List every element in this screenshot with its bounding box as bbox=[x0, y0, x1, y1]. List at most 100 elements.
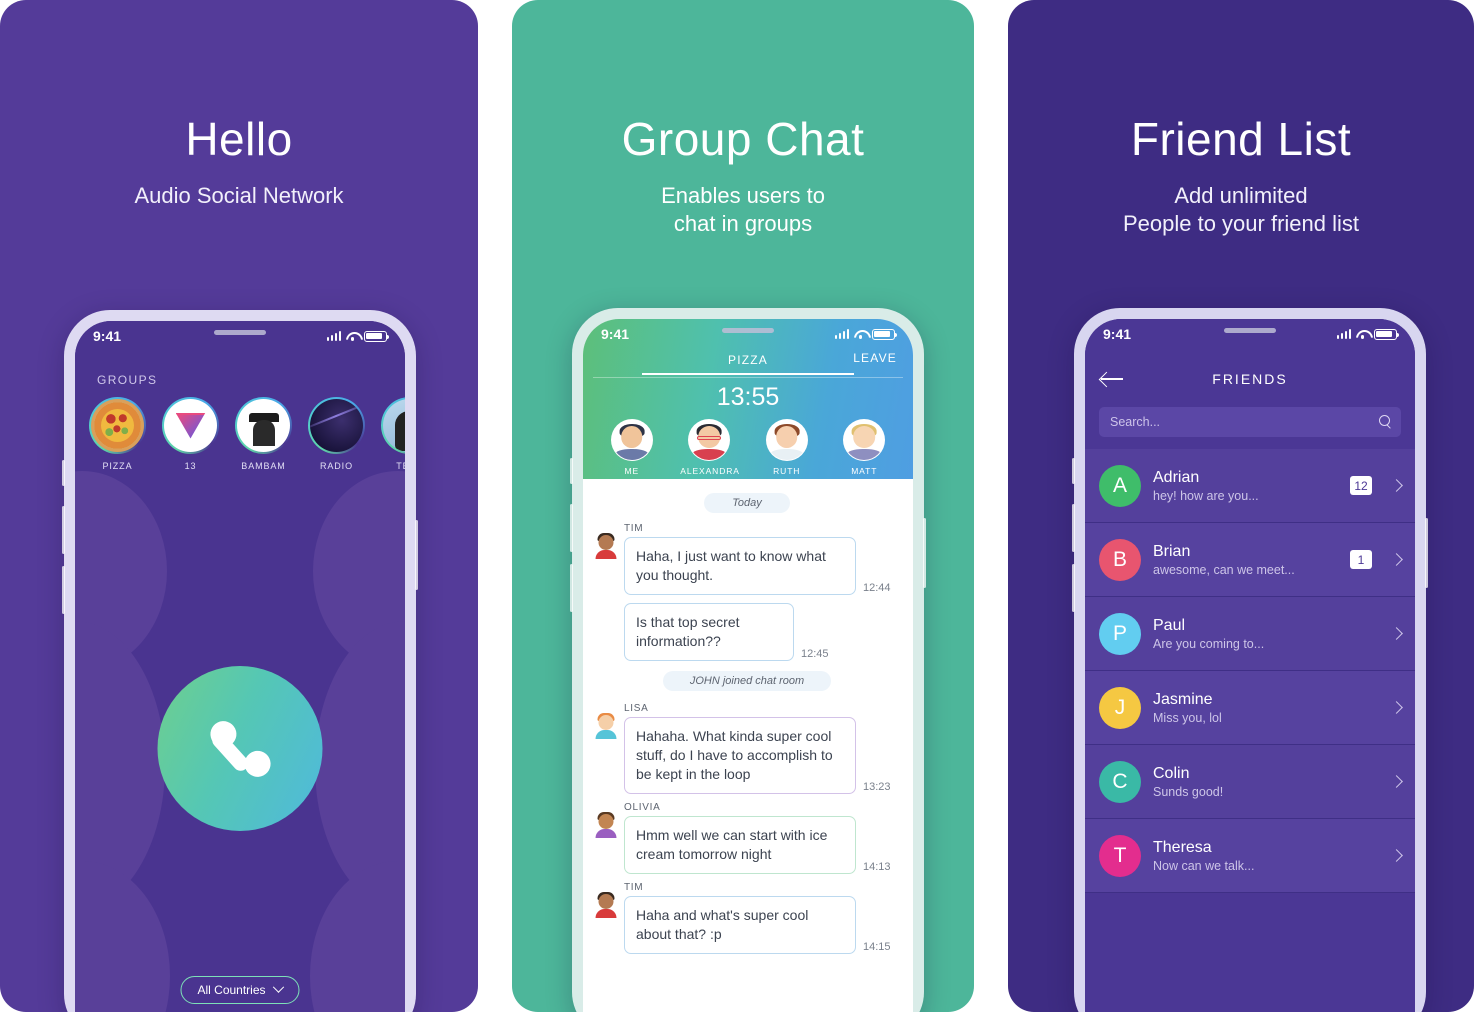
group-item-bambam[interactable]: BAMBAM bbox=[235, 397, 292, 471]
page-title: Hello bbox=[185, 113, 293, 165]
avatar bbox=[765, 419, 808, 461]
battery-icon bbox=[872, 328, 897, 340]
power-button[interactable] bbox=[415, 520, 418, 590]
chevron-right-icon bbox=[1390, 479, 1403, 492]
phone-screen-friend-list: 9:41 FRIENDS Search... A Adrian hey! how… bbox=[1085, 319, 1415, 1012]
system-message: JOHN joined chat room bbox=[663, 671, 831, 691]
page-subtitle-line2: chat in groups bbox=[673, 211, 813, 236]
panel-group-chat-header: Group Chat Enables users to chat in grou… bbox=[512, 0, 974, 238]
list-item[interactable]: J Jasmine Miss you, lol bbox=[1085, 671, 1415, 745]
list-item[interactable]: T Theresa Now can we talk... bbox=[1085, 819, 1415, 893]
page-subtitle: Enables users to chat in groups bbox=[512, 182, 974, 238]
day-divider: Today bbox=[704, 493, 790, 513]
call-timer: 13:55 bbox=[716, 383, 780, 411]
search-icon[interactable] bbox=[1379, 415, 1391, 427]
page-header-title: FRIENDS bbox=[1212, 371, 1288, 387]
page-subtitle-line2: People to your friend list bbox=[1122, 211, 1360, 236]
power-button[interactable] bbox=[1425, 518, 1428, 588]
unread-badge: 12 bbox=[1350, 476, 1372, 495]
avatar bbox=[595, 713, 617, 739]
member-me[interactable]: ME bbox=[603, 419, 661, 476]
volume-down-button[interactable] bbox=[62, 566, 65, 614]
pizza-avatar bbox=[91, 399, 144, 452]
back-arrow-icon[interactable] bbox=[1101, 372, 1123, 386]
friend-snippet: Sunds good! bbox=[1153, 784, 1224, 799]
call-button[interactable] bbox=[157, 666, 323, 831]
friend-snippet: Now can we talk... bbox=[1153, 858, 1255, 873]
list-item[interactable]: P Paul Are you coming to... bbox=[1085, 597, 1415, 671]
friends-navbar: FRIENDS bbox=[1085, 357, 1415, 401]
space-avatar bbox=[310, 399, 363, 452]
friend-list-screen: 9:41 FRIENDS Search... A Adrian hey! how… bbox=[1085, 319, 1415, 1012]
status-indicators bbox=[1336, 328, 1399, 340]
page-subtitle-line1: Add unlimited bbox=[1174, 183, 1308, 208]
chevron-right-icon bbox=[1390, 627, 1403, 640]
page-title: Group Chat bbox=[621, 113, 865, 165]
page-subtitle-line1: Enables users to bbox=[661, 183, 825, 208]
wifi-icon bbox=[854, 329, 867, 339]
member-ruth[interactable]: RUTH bbox=[758, 419, 816, 476]
message-time: 14:13 bbox=[863, 861, 891, 873]
volume-up-button[interactable] bbox=[570, 504, 573, 552]
cellular-signal-icon bbox=[326, 331, 341, 341]
chevron-right-icon bbox=[1390, 553, 1403, 566]
list-item-texts: Adrian hey! how are you... bbox=[1153, 469, 1338, 503]
member-matt[interactable]: MATT bbox=[835, 419, 893, 476]
list-item[interactable]: C Colin Sunds good! bbox=[1085, 745, 1415, 819]
groups-section-label: GROUPS bbox=[97, 373, 158, 387]
cellular-signal-icon bbox=[834, 329, 849, 339]
message-bubble: Is that top secret information?? bbox=[624, 603, 794, 661]
group-item-pizza[interactable]: PIZZA bbox=[89, 397, 146, 471]
group-item-test[interactable]: TEST bbox=[381, 397, 405, 471]
status-indicators bbox=[326, 330, 389, 342]
member-label: MATT bbox=[851, 466, 878, 476]
list-item-texts: Colin Sunds good! bbox=[1153, 765, 1380, 799]
list-item-texts: Brian awesome, can we meet... bbox=[1153, 543, 1338, 577]
avatar bbox=[610, 419, 653, 461]
member-label: ALEXANDRA bbox=[680, 466, 740, 476]
search-input[interactable] bbox=[1099, 407, 1401, 437]
page-title: Friend List bbox=[1130, 113, 1352, 165]
masked-person-avatar bbox=[383, 399, 405, 452]
mute-switch[interactable] bbox=[1072, 458, 1075, 484]
group-item-radio[interactable]: RADIO bbox=[308, 397, 365, 471]
panel-group-chat: Group Chat Enables users to chat in grou… bbox=[512, 0, 974, 1012]
volume-up-button[interactable] bbox=[1072, 504, 1075, 552]
unread-badge: 1 bbox=[1350, 550, 1372, 569]
chat-message-list[interactable]: Today TIM Haha, I just want to know what… bbox=[583, 479, 913, 1012]
header-divider bbox=[593, 377, 903, 378]
member-alexandra[interactable]: ALEXANDRA bbox=[680, 419, 740, 476]
message-sender: LISA bbox=[624, 703, 649, 714]
app-store-screenshot-set: Hello Audio Social Network 9:41 GROUPS P… bbox=[0, 0, 1476, 1012]
volume-up-button[interactable] bbox=[62, 506, 65, 554]
list-item[interactable]: B Brian awesome, can we meet... 1 bbox=[1085, 523, 1415, 597]
message-time: 12:44 bbox=[863, 582, 891, 594]
message-sender: TIM bbox=[624, 523, 644, 534]
friend-snippet: Are you coming to... bbox=[1153, 636, 1265, 651]
wifi-icon bbox=[346, 331, 359, 341]
volume-down-button[interactable] bbox=[1072, 564, 1075, 612]
message-sender: OLIVIA bbox=[624, 802, 661, 813]
message-time: 14:15 bbox=[863, 941, 891, 953]
country-filter-button[interactable]: All Countries bbox=[180, 976, 300, 1004]
power-button[interactable] bbox=[923, 518, 926, 588]
message-bubble: Haha, I just want to know what you thoug… bbox=[624, 537, 856, 595]
chat-message: LISA Hahaha. What kinda super cool stuff… bbox=[595, 703, 899, 794]
status-bar: 9:41 bbox=[583, 319, 913, 349]
groups-carousel[interactable]: PIZZA 13 BAMBAM RADIO T bbox=[89, 397, 405, 471]
volume-down-button[interactable] bbox=[570, 564, 573, 612]
message-time: 12:45 bbox=[801, 648, 829, 660]
hat-man-avatar bbox=[237, 399, 290, 452]
chevron-right-icon bbox=[1390, 701, 1403, 714]
leave-button[interactable]: LEAVE bbox=[853, 351, 897, 365]
group-label: BAMBAM bbox=[241, 461, 286, 471]
group-item-13[interactable]: 13 bbox=[162, 397, 219, 471]
mute-switch[interactable] bbox=[570, 458, 573, 484]
page-subtitle: Audio Social Network bbox=[134, 183, 344, 208]
mute-switch[interactable] bbox=[62, 460, 65, 486]
status-time: 9:41 bbox=[93, 328, 122, 344]
friend-snippet: hey! how are you... bbox=[1153, 488, 1259, 503]
status-bar: 9:41 bbox=[75, 321, 405, 351]
list-item[interactable]: A Adrian hey! how are you... 12 bbox=[1085, 449, 1415, 523]
friends-list[interactable]: A Adrian hey! how are you... 12 B Brian … bbox=[1085, 449, 1415, 1012]
